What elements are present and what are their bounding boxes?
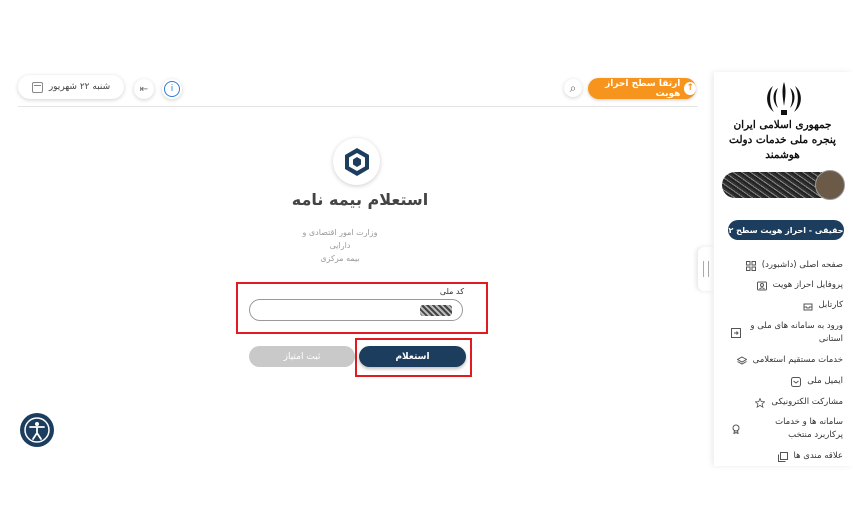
auth-level-badge: حقیقی - احراز هویت سطح ۲ — [728, 220, 844, 240]
star-icon — [754, 397, 766, 409]
sidebar-item-label: ایمیل ملی — [807, 376, 843, 386]
arrow-up-icon: ↑ — [684, 82, 696, 95]
portal-title-line2: پنجره ملی خدمات دولت هوشمند — [729, 134, 836, 161]
inbox-icon — [803, 301, 813, 311]
portal-title: جمهوری اسلامی ایران پنجره ملی خدمات دولت… — [720, 118, 845, 163]
sidebar-item-label: صفحه اصلی (داشبورد) — [761, 260, 843, 270]
org-line: وزارت امور اقتصادی و — [302, 228, 378, 237]
award-icon — [731, 424, 741, 435]
portal-title-line1: جمهوری اسلامی ایران — [733, 119, 832, 131]
mail-icon — [791, 377, 802, 387]
layers-icon — [736, 356, 748, 366]
submit-rating-button[interactable]: ثبت امتیاز — [249, 346, 355, 367]
iran-emblem-icon — [767, 82, 801, 115]
sidebar-item-label: خدمات مستقیم استعلامی — [752, 355, 843, 365]
sidebar-item-profile[interactable]: پروفایل احراز هویت — [756, 279, 843, 292]
grip-icon — [703, 261, 709, 277]
profile-card-icon — [756, 281, 767, 291]
national-id-label: کد ملی — [439, 287, 464, 296]
date-display: شنبه ۲۲ شهریور — [18, 75, 124, 99]
central-insurance-logo — [333, 138, 380, 185]
sidebar-item-dashboard[interactable]: صفحه اصلی (داشبورد) — [745, 259, 843, 272]
bookmark-icon — [777, 452, 788, 462]
sidebar-menu: صفحه اصلی (داشبورد) پروفایل احراز هویت ک… — [714, 250, 853, 466]
grid-icon — [745, 261, 756, 271]
redacted-value — [420, 305, 452, 316]
sidebar-item-direct-inquiry[interactable]: خدمات مستقیم استعلامی — [736, 354, 843, 367]
organization-info: وزارت امور اقتصادی و دارایی بیمه مرکزی — [280, 226, 400, 265]
upgrade-label: ارتقا سطح احراز هویت — [605, 78, 681, 99]
sidebar-item-national-systems[interactable]: ورود به سامانه های ملی و استانی — [731, 320, 843, 346]
insurance-emblem-icon — [344, 147, 369, 176]
sidebar-item-e-participation[interactable]: مشارکت الکترونیکی — [754, 396, 843, 409]
page-title: استعلام بیمه نامه — [291, 190, 429, 209]
sidebar-item-label: علاقه مندی ها — [793, 451, 843, 461]
sidebar-item-label: مشارکت الکترونیکی — [771, 397, 843, 407]
info-button[interactable]: i — [162, 79, 182, 99]
upgrade-auth-level-button[interactable]: ↑ ارتقا سطح احراز هویت — [588, 78, 696, 99]
search-button[interactable]: ⌕ — [564, 79, 582, 97]
header-divider — [18, 106, 698, 107]
date-text: شنبه ۲۲ شهریور — [48, 82, 111, 92]
avatar[interactable] — [815, 170, 845, 200]
org-line: دارایی — [329, 241, 351, 250]
info-icon: i — [164, 81, 180, 97]
sidebar-item-label: ورود به سامانه های ملی و استانی — [750, 321, 843, 344]
sidebar-item-label: پروفایل احراز هویت — [772, 280, 843, 290]
national-id-input[interactable] — [249, 299, 463, 321]
sidebar-toggle-handle[interactable] — [698, 247, 714, 291]
sidebar-item-favorites[interactable]: علاقه مندی ها — [777, 450, 843, 463]
accessibility-button[interactable] — [20, 413, 54, 447]
exit-button[interactable]: ⇤ — [134, 79, 154, 99]
login-window-icon — [731, 328, 741, 338]
search-icon: ⌕ — [569, 80, 577, 95]
sidebar-item-label: سامانه ها و خدمات پرکاربرد منتخب — [775, 417, 843, 440]
sidebar-item-cartable[interactable]: کارتابل — [803, 299, 844, 312]
sidebar-item-label: کارتابل — [818, 300, 844, 310]
accessibility-icon — [24, 417, 50, 443]
sidebar-item-selected-services[interactable]: سامانه ها و خدمات پرکاربرد منتخب — [731, 416, 843, 442]
org-line: بیمه مرکزی — [320, 254, 360, 263]
inquiry-button[interactable]: استعلام — [359, 346, 466, 367]
calendar-icon — [31, 81, 43, 93]
exit-icon: ⇤ — [139, 83, 149, 95]
sidebar-item-national-email[interactable]: ایمیل ملی — [791, 375, 843, 388]
